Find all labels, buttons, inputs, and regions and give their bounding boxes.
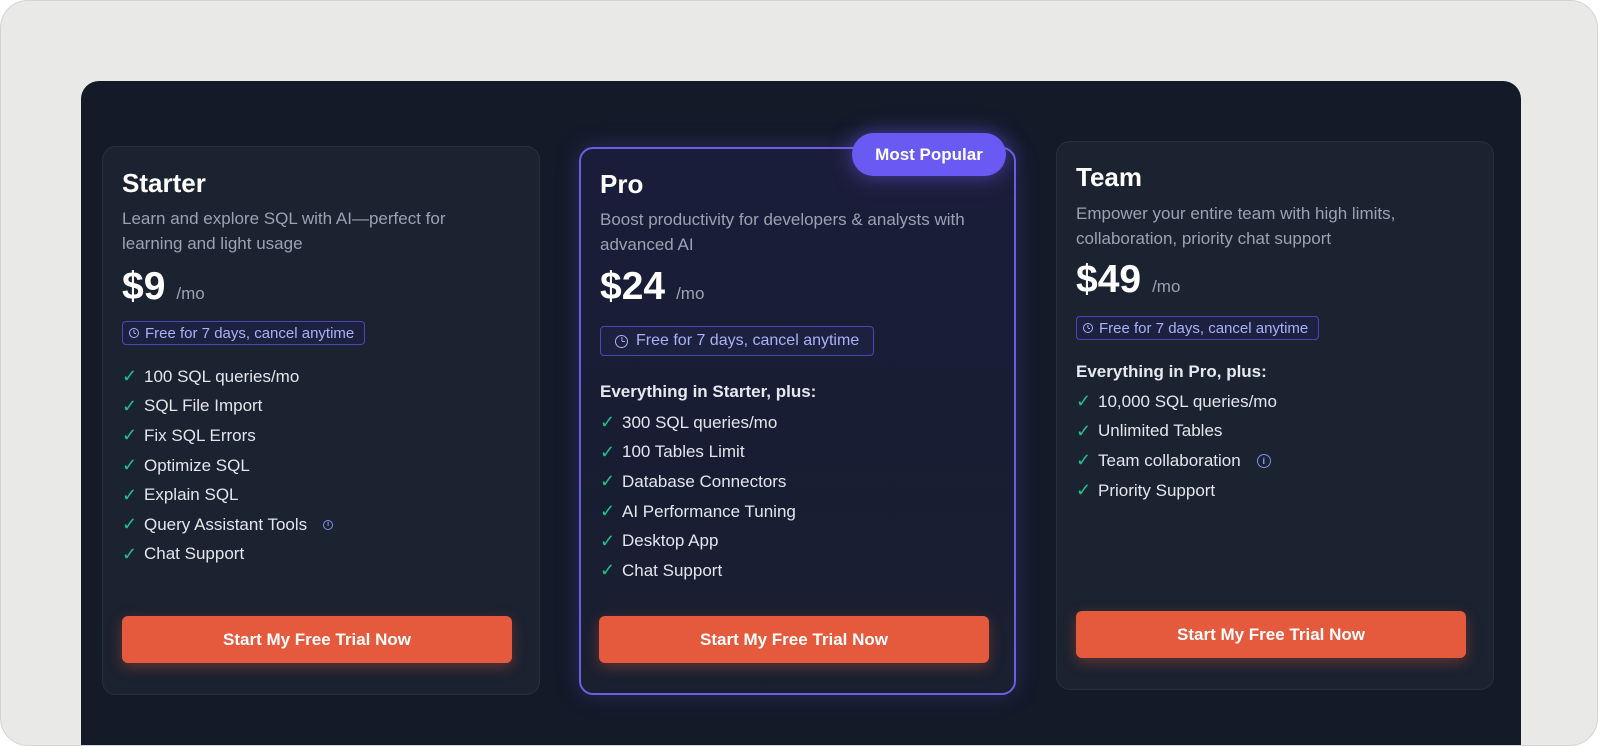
check-icon: ✓	[122, 395, 138, 416]
feature-label: Database Connectors	[622, 471, 787, 491]
plan-price: $24 /mo	[600, 265, 704, 309]
price-amount: $49	[1076, 258, 1142, 301]
feature-item: ✓ Optimize SQL	[122, 451, 333, 481]
price-amount: $24	[600, 265, 666, 308]
feature-label: 100 SQL queries/mo	[144, 366, 300, 386]
check-icon: ✓	[600, 441, 616, 462]
plan-card-team: Team Empower your entire team with high …	[1056, 141, 1494, 690]
plan-description: Boost productivity for developers & anal…	[600, 210, 965, 254]
clock-icon	[1083, 323, 1093, 333]
check-icon: ✓	[600, 412, 616, 433]
feature-item: ✓ SQL File Import	[122, 392, 333, 422]
feature-label: Team collaboration	[1098, 450, 1241, 470]
feature-item: ✓ 100 Tables Limit	[600, 438, 796, 468]
plan-price: $49 /mo	[1076, 258, 1180, 302]
most-popular-badge: Most Popular	[852, 133, 1006, 176]
plan-price: $9 /mo	[122, 265, 205, 309]
feature-label: Chat Support	[622, 560, 723, 580]
feature-item: ✓ Unlimited Tables	[1076, 417, 1277, 447]
trial-note: Free for 7 days, cancel anytime	[636, 332, 860, 349]
feature-label: Priority Support	[1098, 480, 1216, 500]
feature-label: Explain SQL	[144, 485, 239, 505]
feature-list: ✓ 300 SQL queries/mo ✓ 100 Tables Limit ✓ D…	[600, 408, 796, 586]
start-trial-button[interactable]: Start My Free Trial Now	[122, 616, 512, 663]
feature-list: ✓ 10,000 SQL queries/mo ✓ Unlimited Tables…	[1076, 387, 1277, 505]
feature-label: Query Assistant Tools	[144, 514, 308, 534]
check-icon: ✓	[600, 530, 616, 551]
price-amount: $9	[122, 265, 166, 308]
trial-badge: Free for 7 days, cancel anytime	[122, 321, 366, 345]
check-icon: ✓	[600, 471, 616, 492]
feature-item: ✓ 300 SQL queries/mo	[600, 408, 796, 438]
features-subheading: Everything in Pro, plus:	[1076, 362, 1267, 381]
feature-item: ✓ Fix SQL Errors	[122, 421, 333, 451]
feature-label: Desktop App	[622, 531, 719, 551]
check-icon: ✓	[1076, 420, 1092, 441]
feature-label: 10,000 SQL queries/mo	[1098, 391, 1277, 411]
check-icon: ✓	[122, 484, 138, 505]
feature-item: ✓ Query Assistant Tools i	[122, 510, 334, 540]
check-icon: ✓	[600, 560, 616, 581]
plan-description: Learn and explore SQL with AI—perfect fo…	[122, 209, 446, 253]
start-trial-button[interactable]: Start My Free Trial Now	[1076, 611, 1466, 658]
features-subheading: Everything in Starter, plus:	[600, 382, 817, 401]
feature-item: ✓ Database Connectors	[600, 467, 796, 497]
clock-icon	[615, 334, 628, 348]
feature-item: ✓ Priority Support	[1076, 476, 1277, 506]
feature-item: ✓ Team collaboration i	[1076, 446, 1277, 476]
pricing-panel: Starter Learn and explore SQL with AI—pe…	[81, 81, 1521, 745]
plan-card-pro: Pro Boost productivity for developers & …	[579, 147, 1016, 695]
page-frame: Starter Learn and explore SQL with AI—pe…	[0, 0, 1598, 746]
feature-label: SQL File Import	[144, 396, 263, 416]
price-period: /mo	[1152, 277, 1181, 296]
trial-badge: Free for 7 days, cancel anytime	[600, 326, 875, 356]
check-icon: ✓	[122, 425, 138, 446]
trial-note: Free for 7 days, cancel anytime	[1099, 319, 1309, 337]
feature-label: Unlimited Tables	[1098, 421, 1223, 441]
start-trial-button[interactable]: Start My Free Trial Now	[599, 616, 989, 663]
feature-item: ✓ Chat Support	[122, 540, 333, 570]
feature-label: Fix SQL Errors	[144, 425, 256, 445]
plan-name: Team	[1076, 162, 1142, 192]
trial-note: Free for 7 days, cancel anytime	[145, 324, 355, 342]
check-icon: ✓	[1076, 450, 1092, 471]
check-icon: ✓	[122, 455, 138, 476]
feature-label: Optimize SQL	[144, 455, 250, 475]
plan-name: Starter	[122, 168, 206, 198]
feature-item: ✓ Chat Support	[600, 556, 796, 586]
plan-description: Empower your entire team with high limit…	[1076, 204, 1396, 248]
check-icon: ✓	[600, 501, 616, 522]
info-icon[interactable]: i	[323, 519, 334, 530]
feature-item: ✓ Desktop App	[600, 526, 796, 556]
clock-icon	[129, 328, 139, 338]
feature-item: ✓ Explain SQL	[122, 480, 333, 510]
feature-label: 100 Tables Limit	[622, 442, 745, 462]
feature-label: Chat Support	[144, 544, 245, 564]
check-icon: ✓	[1076, 391, 1092, 412]
plan-card-starter: Starter Learn and explore SQL with AI—pe…	[102, 146, 540, 695]
feature-list: ✓ 100 SQL queries/mo ✓ SQL File Import ✓ Fi…	[122, 362, 334, 570]
price-period: /mo	[676, 284, 705, 303]
check-icon: ✓	[122, 366, 138, 387]
plan-name: Pro	[600, 169, 644, 199]
check-icon: ✓	[1076, 480, 1092, 501]
feature-item: ✓ AI Performance Tuning	[600, 497, 796, 527]
feature-item: ✓ 100 SQL queries/mo	[122, 362, 333, 392]
info-icon[interactable]: i	[1256, 453, 1271, 468]
check-icon: ✓	[122, 543, 138, 564]
feature-item: ✓ 10,000 SQL queries/mo	[1076, 387, 1277, 417]
feature-label: 300 SQL queries/mo	[622, 412, 778, 432]
trial-badge: Free for 7 days, cancel anytime	[1076, 316, 1320, 340]
check-icon: ✓	[122, 514, 138, 535]
price-period: /mo	[176, 284, 205, 303]
feature-label: AI Performance Tuning	[622, 501, 796, 521]
